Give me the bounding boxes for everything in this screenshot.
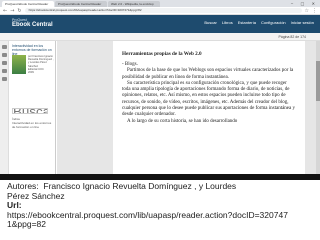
menu-icon[interactable]: ⋮ (312, 8, 317, 14)
sidebar-icon-strip (0, 41, 9, 180)
browser-screenshot: ProQuest Ebook Central Reader ProQuest E… (0, 0, 320, 180)
book-authors: por Francisco Ignacio Revuelta Domínguez… (28, 55, 54, 68)
citation-caption: Autores: Francisco Ignacio Revuelta Domí… (7, 181, 317, 230)
reader-main: Herramientas propias de la Web 2.0 - Blo… (57, 41, 320, 180)
url-field[interactable]: https://ebookcentral.proquest.com/lib/ua… (24, 8, 302, 13)
menu-item-sign-in[interactable]: Iniciar sesión (291, 20, 314, 26)
top-menu: Buscar Libros Estantería Configuración I… (204, 20, 314, 26)
authors-label: Autores: (7, 181, 39, 191)
table-of-contents: Índice Interactividad en los entornos de… (12, 117, 54, 129)
notes-icon[interactable] (2, 69, 7, 73)
reader-toolbar: Página 82 de 174 (0, 33, 320, 41)
authors-value: Francisco Ignacio Revuelta Domínguez , y… (43, 181, 237, 191)
back-icon[interactable]: ← (3, 8, 7, 14)
authors-continued: Pérez Sánchez (7, 190, 65, 201)
bookmark-icon[interactable] (2, 61, 7, 65)
os-taskbar (0, 174, 320, 180)
paragraph-2: Su característica principal es su config… (122, 80, 295, 118)
star-icon[interactable]: ☆ (305, 8, 309, 14)
reload-icon[interactable]: ↻ (17, 8, 21, 14)
document-page: Herramientas propias de la Web 2.0 - Blo… (113, 41, 305, 180)
toc-item[interactable]: Interactividad en los entornos de formac… (12, 121, 54, 129)
search-icon[interactable] (2, 53, 7, 57)
book-cover (12, 55, 26, 74)
paragraph-3: A lo largo de su corta historia, se han … (127, 118, 238, 124)
menu-item-settings[interactable]: Configuración (261, 20, 286, 26)
scrollbar-thumb[interactable] (316, 61, 320, 101)
app-header: ProQuest Ebook Central Buscar Libros Est… (0, 15, 320, 33)
logo-main-text: Ebook Central (12, 22, 53, 28)
address-bar: ← → ↻ https://ebookcentral.proquest.com/… (0, 7, 320, 15)
page-indicator[interactable]: Página 82 de 174 (279, 34, 306, 40)
window-controls[interactable]: ‒ □ ✕ (291, 1, 318, 6)
book-year: 2009 (28, 71, 34, 75)
menu-item-books[interactable]: Libros (222, 20, 233, 26)
forward-icon[interactable]: → (10, 8, 14, 14)
book-search-input[interactable] (12, 108, 48, 114)
section-heading: Herramientas propias de la Web 2.0 (122, 51, 202, 57)
ebook-central-logo[interactable]: ProQuest Ebook Central (12, 18, 53, 29)
reader-sidebar: Interactividad en los entornos de formac… (0, 41, 56, 180)
url-line-2[interactable]: 1&ppg=82 (7, 219, 317, 230)
contents-icon[interactable] (2, 45, 7, 49)
paragraph-1: Partimos de la base de que los Weblogs s… (122, 68, 294, 80)
url-line-1[interactable]: https://ebookcentral.proquest.com/lib/ua… (7, 210, 317, 221)
book-meta: por Francisco Ignacio Revuelta Domínguez… (28, 55, 54, 74)
vertical-scrollbar[interactable] (316, 41, 320, 180)
tab-bar: ProQuest Ebook Central Reader ProQuest E… (0, 0, 320, 7)
menu-item-shelf[interactable]: Estantería (238, 20, 256, 26)
menu-item-search[interactable]: Buscar (204, 20, 216, 26)
download-icon[interactable] (2, 77, 7, 81)
